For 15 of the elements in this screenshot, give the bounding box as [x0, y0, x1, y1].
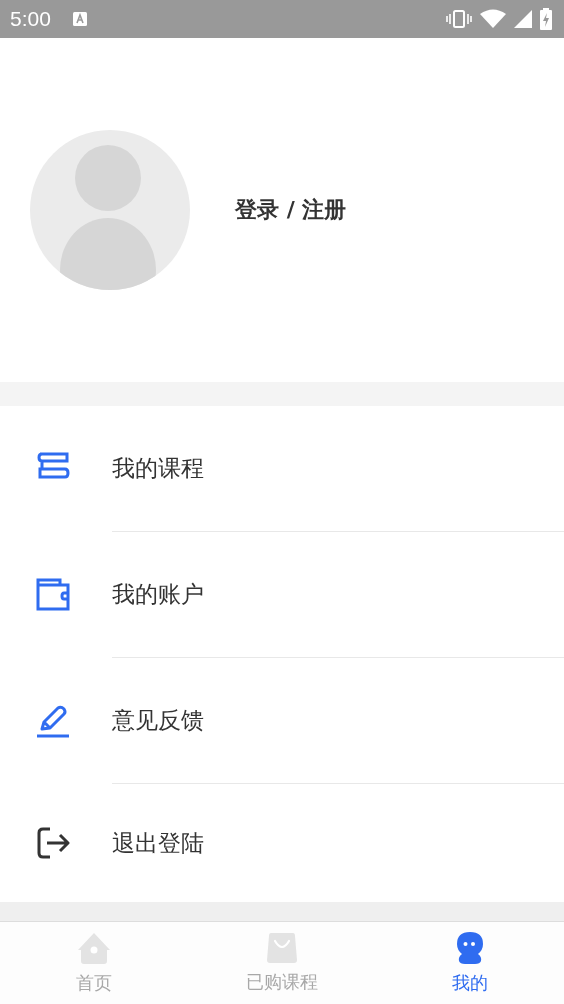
- avatar-icon[interactable]: [30, 130, 190, 290]
- signal-icon: [514, 10, 532, 28]
- mascot-icon: [455, 931, 485, 965]
- pen-icon: [36, 704, 70, 738]
- logout-icon: [36, 826, 70, 860]
- keyboard-icon: [72, 12, 87, 26]
- tab[interactable]: 我的: [376, 922, 564, 1004]
- vibrate-icon: [446, 10, 472, 28]
- home-icon: [77, 931, 111, 965]
- status-time: 5:00: [10, 7, 51, 31]
- wallet-icon: [36, 578, 70, 612]
- login-register-link[interactable]: 登录 / 注册: [235, 195, 347, 225]
- wifi-icon: [480, 9, 506, 29]
- battery-icon: [540, 8, 552, 30]
- bag-icon: [266, 932, 298, 964]
